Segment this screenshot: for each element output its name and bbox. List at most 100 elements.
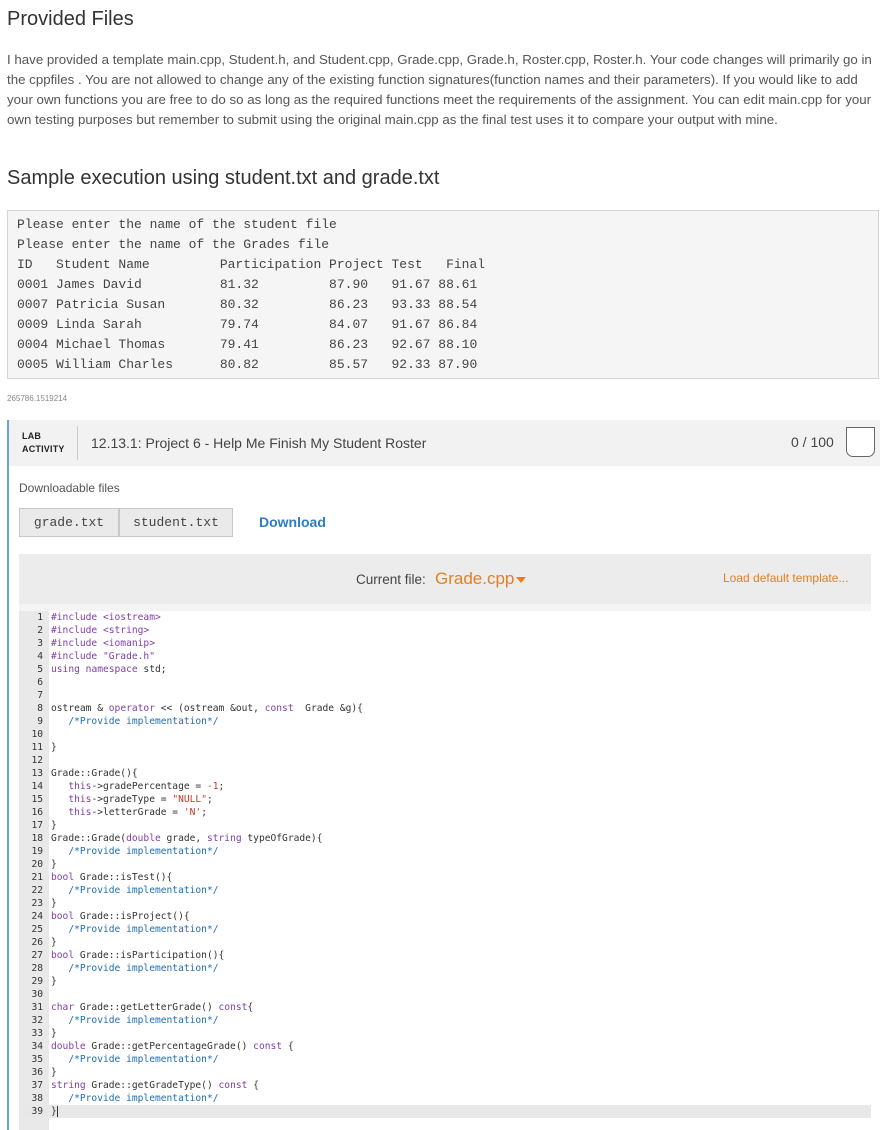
code-line[interactable]: 28 /*Provide implementation*/ [19, 962, 871, 975]
line-text[interactable]: /*Provide implementation*/ [51, 923, 218, 936]
line-text[interactable]: bool Grade::isProject(){ [51, 910, 190, 923]
code-line[interactable]: 19 /*Provide implementation*/ [19, 845, 871, 858]
line-text[interactable]: this->gradePercentage = -1; [51, 780, 224, 793]
line-number: 12 [31, 755, 43, 766]
line-text[interactable]: /*Provide implementation*/ [51, 962, 218, 975]
code-line[interactable]: 9 /*Provide implementation*/ [19, 715, 871, 728]
code-line[interactable]: 34 double Grade::getPercentageGrade() con… [19, 1040, 871, 1053]
code-line[interactable]: 1 #include <iostream> [19, 611, 871, 624]
code-line[interactable]: 11} [19, 741, 871, 754]
code-line[interactable]: 26} [19, 936, 871, 949]
code-line[interactable]: 8 ostream & operator << (ostream &out, co… [19, 702, 871, 715]
line-text[interactable]: } [51, 897, 57, 910]
line-text[interactable]: this->gradeType = "NULL"; [51, 793, 212, 806]
line-text[interactable]: /*Provide implementation*/ [51, 715, 218, 728]
code-line[interactable]: 5 using namespace std; [19, 663, 871, 676]
line-text[interactable]: } [51, 975, 57, 988]
line-number: 15 [31, 794, 43, 805]
line-text[interactable]: /*Provide implementation*/ [51, 884, 218, 897]
line-text[interactable]: Grade::Grade(){ [51, 767, 138, 780]
line-text[interactable]: this->letterGrade = 'N'; [51, 806, 207, 819]
line-text[interactable]: using namespace std; [51, 663, 167, 676]
line-text[interactable]: #include <iomanip> [51, 637, 155, 650]
line-number: 36 [31, 1067, 43, 1078]
code-line[interactable]: 13 Grade::Grade(){ [19, 767, 871, 780]
lab-type-label: LAB ACTIVITY [22, 430, 65, 456]
download-link[interactable]: Download [259, 514, 326, 530]
current-file-select[interactable]: Grade.cpp [435, 569, 514, 589]
code-line[interactable]: 2 #include <string> [19, 624, 871, 637]
code-line[interactable]: 30 [19, 988, 871, 1001]
line-text[interactable]: /*Provide implementation*/ [51, 1014, 218, 1027]
code-line[interactable]: 31 char Grade::getLetterGrade() const{ [19, 1001, 871, 1014]
line-number: 21 [31, 872, 43, 883]
line-text[interactable]: } [51, 858, 57, 871]
code-line[interactable]: 33} [19, 1027, 871, 1040]
line-text[interactable]: #include "Grade.h" [51, 650, 155, 663]
line-text[interactable]: bool Grade::isParticipation(){ [51, 949, 224, 962]
line-text[interactable]: #include <string> [51, 624, 149, 637]
line-number: 16 [31, 807, 43, 818]
line-number: 6 [37, 677, 43, 688]
file-button-grade[interactable]: grade.txt [19, 508, 119, 537]
code-line[interactable]: 6 [19, 676, 871, 689]
line-number: 2 [37, 625, 43, 636]
code-line[interactable]: 16 this->letterGrade = 'N'; [19, 806, 871, 819]
code-line[interactable]: 20} [19, 858, 871, 871]
code-line[interactable]: 4 #include "Grade.h" [19, 650, 871, 663]
code-line[interactable]: 38 /*Provide implementation*/ [19, 1092, 871, 1105]
content-id: 265786.1519214 [7, 394, 68, 403]
code-line[interactable]: 12 [19, 754, 871, 767]
line-text[interactable]: } [51, 936, 57, 949]
sample-line: 0001 James David 81.32 87.90 91.67 88.61 [17, 277, 478, 292]
code-line[interactable]: 25 /*Provide implementation*/ [19, 923, 871, 936]
code-line[interactable]: 24 bool Grade::isProject(){ [19, 910, 871, 923]
line-text[interactable]: } [51, 819, 57, 832]
code-lines[interactable]: 1 #include <iostream> 2 #include <string> 3 #… [19, 611, 871, 1118]
current-file-label: Current file: [356, 572, 426, 587]
code-line[interactable]: 29} [19, 975, 871, 988]
line-number: 7 [37, 690, 43, 701]
code-line[interactable]: 10 [19, 728, 871, 741]
code-line[interactable]: 17} [19, 819, 871, 832]
line-text[interactable]: /*Provide implementation*/ [51, 1053, 218, 1066]
line-number: 8 [37, 703, 43, 714]
code-line[interactable]: 21 bool Grade::isTest(){ [19, 871, 871, 884]
code-line[interactable]: 32 /*Provide implementation*/ [19, 1014, 871, 1027]
line-text[interactable]: } [51, 1105, 58, 1118]
line-text[interactable]: } [51, 1027, 57, 1040]
line-text[interactable]: ostream & operator << (ostream &out, con… [51, 702, 363, 715]
line-text[interactable]: double Grade::getPercentageGrade() const… [51, 1040, 294, 1053]
code-line[interactable]: 37 string Grade::getGradeType() const { [19, 1079, 871, 1092]
code-line[interactable]: 18 Grade::Grade(double grade, string type… [19, 832, 871, 845]
chevron-down-icon[interactable] [516, 577, 526, 583]
code-area[interactable]: 1 #include <iostream> 2 #include <string> 3 #… [19, 611, 871, 1130]
code-line[interactable]: 14 this->gradePercentage = -1; [19, 780, 871, 793]
line-text[interactable]: /*Provide implementation*/ [51, 845, 218, 858]
code-line[interactable]: 15 this->gradeType = "NULL"; [19, 793, 871, 806]
line-text[interactable]: bool Grade::isTest(){ [51, 871, 172, 884]
line-text[interactable]: /*Provide implementation*/ [51, 1092, 218, 1105]
provided-files-heading: Provided Files [7, 8, 134, 30]
code-line[interactable]: 27 bool Grade::isParticipation(){ [19, 949, 871, 962]
line-text[interactable]: #include <iostream> [51, 611, 161, 624]
code-line[interactable]: 23} [19, 897, 871, 910]
line-text[interactable]: Grade::Grade(double grade, string typeOf… [51, 832, 323, 845]
sample-line: Please enter the name of the student fil… [17, 217, 337, 232]
code-line[interactable]: 7 [19, 689, 871, 702]
code-line[interactable]: 22 /*Provide implementation*/ [19, 884, 871, 897]
code-line[interactable]: 35 /*Provide implementation*/ [19, 1053, 871, 1066]
code-line[interactable]: 36} [19, 1066, 871, 1079]
line-text[interactable]: char Grade::getLetterGrade() const{ [51, 1001, 253, 1014]
code-line[interactable]: 39} [19, 1105, 871, 1118]
downloadable-files-label: Downloadable files [19, 481, 120, 495]
line-number: 32 [31, 1015, 43, 1026]
line-number: 26 [31, 937, 43, 948]
load-default-template-link[interactable]: Load default template... [723, 571, 848, 585]
line-text[interactable]: } [51, 741, 57, 754]
line-text[interactable]: string Grade::getGradeType() const { [51, 1079, 259, 1092]
line-text[interactable]: } [51, 1066, 57, 1079]
line-number: 14 [31, 781, 43, 792]
file-button-student[interactable]: student.txt [119, 508, 233, 537]
code-line[interactable]: 3 #include <iomanip> [19, 637, 871, 650]
